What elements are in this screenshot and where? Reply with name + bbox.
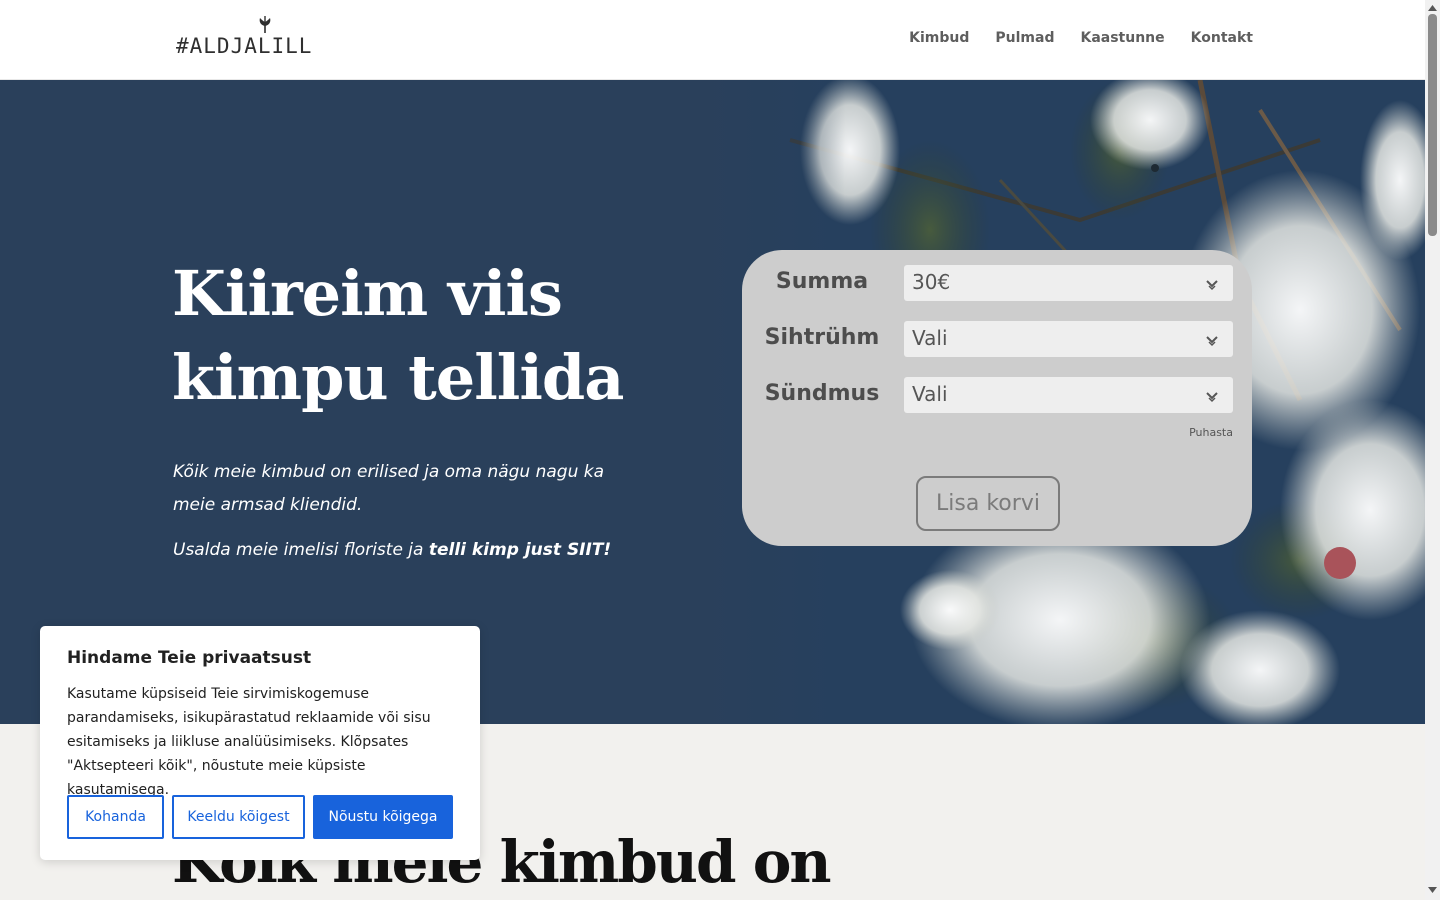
- form-row-summa: Summa 30€: [742, 265, 1252, 301]
- sundmus-label: Sündmus: [764, 381, 880, 406]
- nav-item-kimbud[interactable]: Kimbud: [909, 30, 969, 46]
- nav-item-kontakt[interactable]: Kontakt: [1191, 30, 1253, 46]
- add-to-cart-button[interactable]: Lisa korvi: [916, 476, 1060, 531]
- summa-label: Summa: [775, 269, 869, 294]
- tagline-cta-text: Usalda meie imelisi floriste ja: [173, 540, 429, 560]
- site-logo[interactable]: #ALDJALILL: [176, 16, 311, 62]
- summa-value: 30€: [912, 270, 951, 294]
- logo-text: #ALDJALILL: [176, 34, 313, 58]
- sihtruhm-label: Sihtrühm: [764, 325, 880, 350]
- tagline-cta-bold: telli kimp just SIIT!: [428, 540, 612, 560]
- sihtruhm-value: Vali: [912, 326, 948, 350]
- nav-item-kaastunne[interactable]: Kaastunne: [1080, 30, 1164, 46]
- chevron-down-icon: [1206, 336, 1218, 347]
- cookie-customize-button[interactable]: Kohanda: [67, 795, 164, 839]
- headline-line-2: kimpu tellida: [172, 341, 624, 414]
- hero-headline: Kiireim viis kimpu tellida: [172, 252, 624, 420]
- form-row-sihtruhm: Sihtrühm Vali: [742, 321, 1252, 357]
- cookie-description: Kasutame küpsiseid Teie sirvimiskogemuse…: [67, 686, 431, 798]
- sundmus-select[interactable]: Vali: [904, 377, 1233, 413]
- form-row-sundmus: Sündmus Vali: [742, 377, 1252, 413]
- clear-link[interactable]: Puhasta: [1189, 426, 1233, 439]
- cookie-reject-all-button[interactable]: Keeldu kõigest: [172, 795, 305, 839]
- cookie-accept-all-button[interactable]: Nõustu kõigega: [313, 795, 453, 839]
- cookie-consent-banner: Hindame Teie privaatsust Kasutame küpsis…: [40, 626, 480, 860]
- cookie-title: Hindame Teie privaatsust: [67, 648, 312, 668]
- site-header: #ALDJALILL Kimbud Pulmad Kaastunne Konta…: [0, 0, 1425, 80]
- page-scrollbar[interactable]: [1425, 0, 1440, 900]
- main-nav: Kimbud Pulmad Kaastunne Kontakt: [909, 30, 1253, 46]
- logo-bud-icon: [259, 16, 271, 33]
- chevron-down-icon: [1206, 392, 1218, 403]
- sundmus-value: Vali: [912, 382, 948, 406]
- hero-tagline-cta: Usalda meie imelisi floriste ja telli ki…: [173, 540, 611, 560]
- summa-select[interactable]: 30€: [904, 265, 1233, 301]
- scroll-down-arrow-icon[interactable]: [1428, 886, 1437, 894]
- sihtruhm-select[interactable]: Vali: [904, 321, 1233, 357]
- chevron-down-icon: [1206, 280, 1218, 291]
- nav-item-pulmad[interactable]: Pulmad: [995, 30, 1054, 46]
- order-form-card: Summa 30€ Sihtrühm Vali Sündmus Vali Puh…: [742, 250, 1252, 546]
- hero-tagline: Kõik meie kimbud on erilised ja oma nägu…: [173, 462, 605, 515]
- headline-line-1: Kiireim viis: [172, 257, 563, 330]
- scrollbar-thumb[interactable]: [1428, 14, 1437, 236]
- scroll-up-arrow-icon[interactable]: [1428, 4, 1437, 12]
